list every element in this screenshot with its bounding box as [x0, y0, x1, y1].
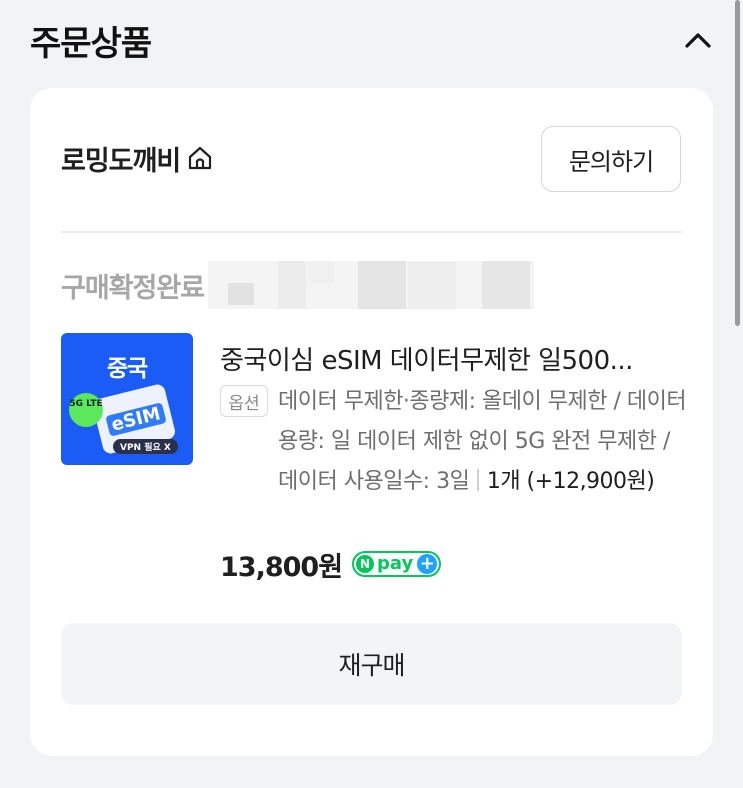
option-details: 데이터 무제한·종량제: 올데이 무제한 / 데이터 용량: 일 데이터 제한 … [278, 382, 688, 502]
product-thumbnail[interactable]: 중국 eSIM 5G LTE VPN 필요 X [61, 333, 193, 465]
separator [477, 469, 479, 491]
inquiry-button[interactable]: 문의하기 [541, 126, 681, 192]
5g-lte-badge: 5G LTE [69, 393, 103, 427]
order-status-row: 구매확정완료 [61, 260, 535, 310]
npay-label: pay [377, 553, 414, 574]
order-items-header: 주문상품 [0, 0, 743, 80]
price-row: 13,800원 N pay + [220, 544, 442, 584]
divider [61, 231, 682, 233]
vpn-label: VPN 필요 X [113, 439, 178, 454]
seller-name[interactable]: 로밍도깨비 [61, 139, 181, 178]
npay-badge: N pay + [352, 551, 442, 577]
product-title[interactable]: 중국이심 eSIM 데이터무제한 일500... [220, 340, 682, 377]
price: 13,800원 [220, 551, 343, 583]
repurchase-button[interactable]: 재구매 [61, 623, 682, 705]
home-icon[interactable] [186, 144, 214, 172]
quantity-text: 1개 (+12,900원) [486, 469, 655, 494]
order-status: 구매확정완료 [61, 272, 205, 304]
npay-n-icon: N [356, 555, 375, 573]
thumbnail-title: 중국 [106, 356, 148, 382]
collapse-button[interactable] [681, 24, 715, 58]
scrollbar[interactable] [735, 0, 740, 326]
plus-icon: + [417, 554, 438, 574]
seller-row: 로밍도깨비 [61, 126, 214, 190]
order-card: 로밍도깨비 문의하기 구매확정완료 중국 eSIM 5G LTE VPN 필요 … [30, 88, 713, 756]
option-badge: 옵션 [220, 385, 268, 417]
chevron-up-icon [685, 33, 711, 48]
redacted-date [208, 261, 535, 309]
section-title: 주문상품 [30, 24, 152, 64]
